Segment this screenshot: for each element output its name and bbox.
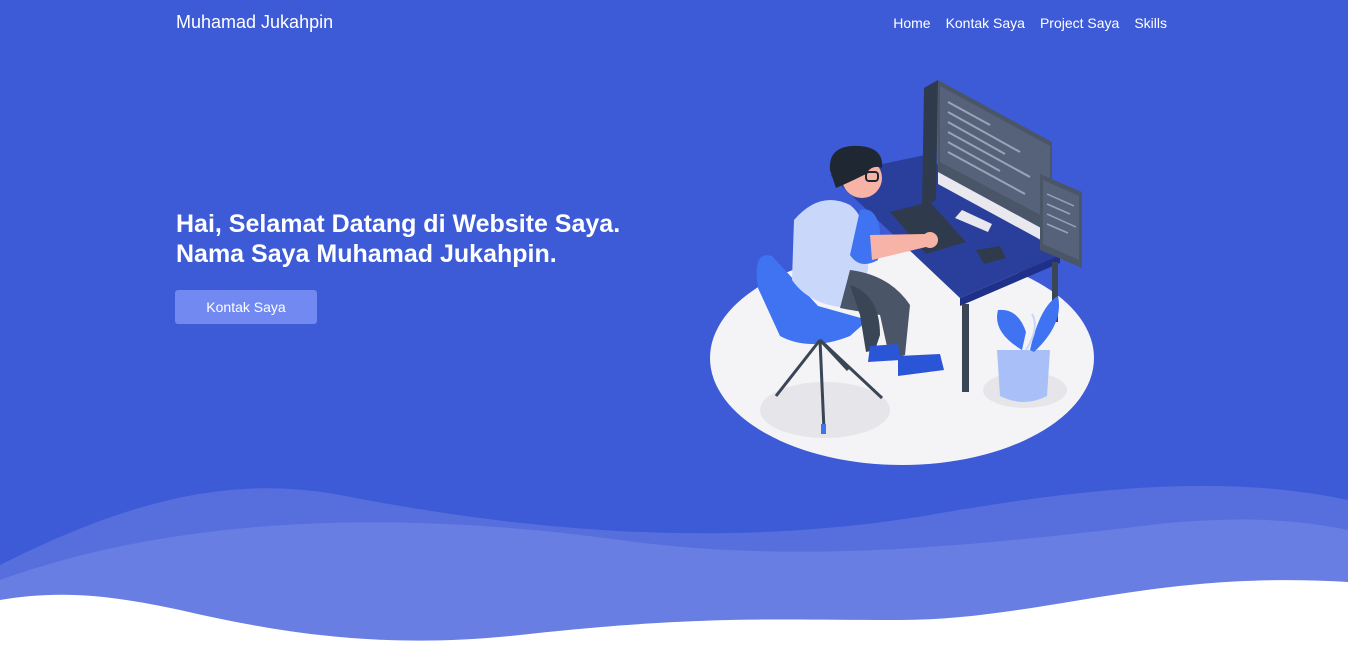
navbar: Muhamad Jukahpin Home Kontak Saya Projec… [0, 0, 1348, 48]
nav-skills-link[interactable]: Skills [1134, 15, 1167, 31]
hero-title-line2: Nama Saya Muhamad Jukahpin. [176, 240, 557, 268]
hero-title-line1: Hai, Selamat Datang di Website Saya. [176, 210, 621, 238]
nav-links: Home Kontak Saya Project Saya Skills [893, 15, 1167, 31]
hero-title: Hai, Selamat Datang di Website Saya. Nam… [176, 209, 620, 269]
kontak-saya-button[interactable]: Kontak Saya [175, 290, 317, 324]
brand-link[interactable]: Muhamad Jukahpin [176, 12, 333, 33]
nav-home-link[interactable]: Home [893, 15, 930, 31]
developer-at-desk-illustration [710, 80, 1094, 465]
hero-text: Hai, Selamat Datang di Website Saya. Nam… [176, 209, 620, 269]
nav-kontak-saya-link[interactable]: Kontak Saya [946, 15, 1025, 31]
wave-background [0, 485, 1348, 655]
nav-project-saya-link[interactable]: Project Saya [1040, 15, 1119, 31]
